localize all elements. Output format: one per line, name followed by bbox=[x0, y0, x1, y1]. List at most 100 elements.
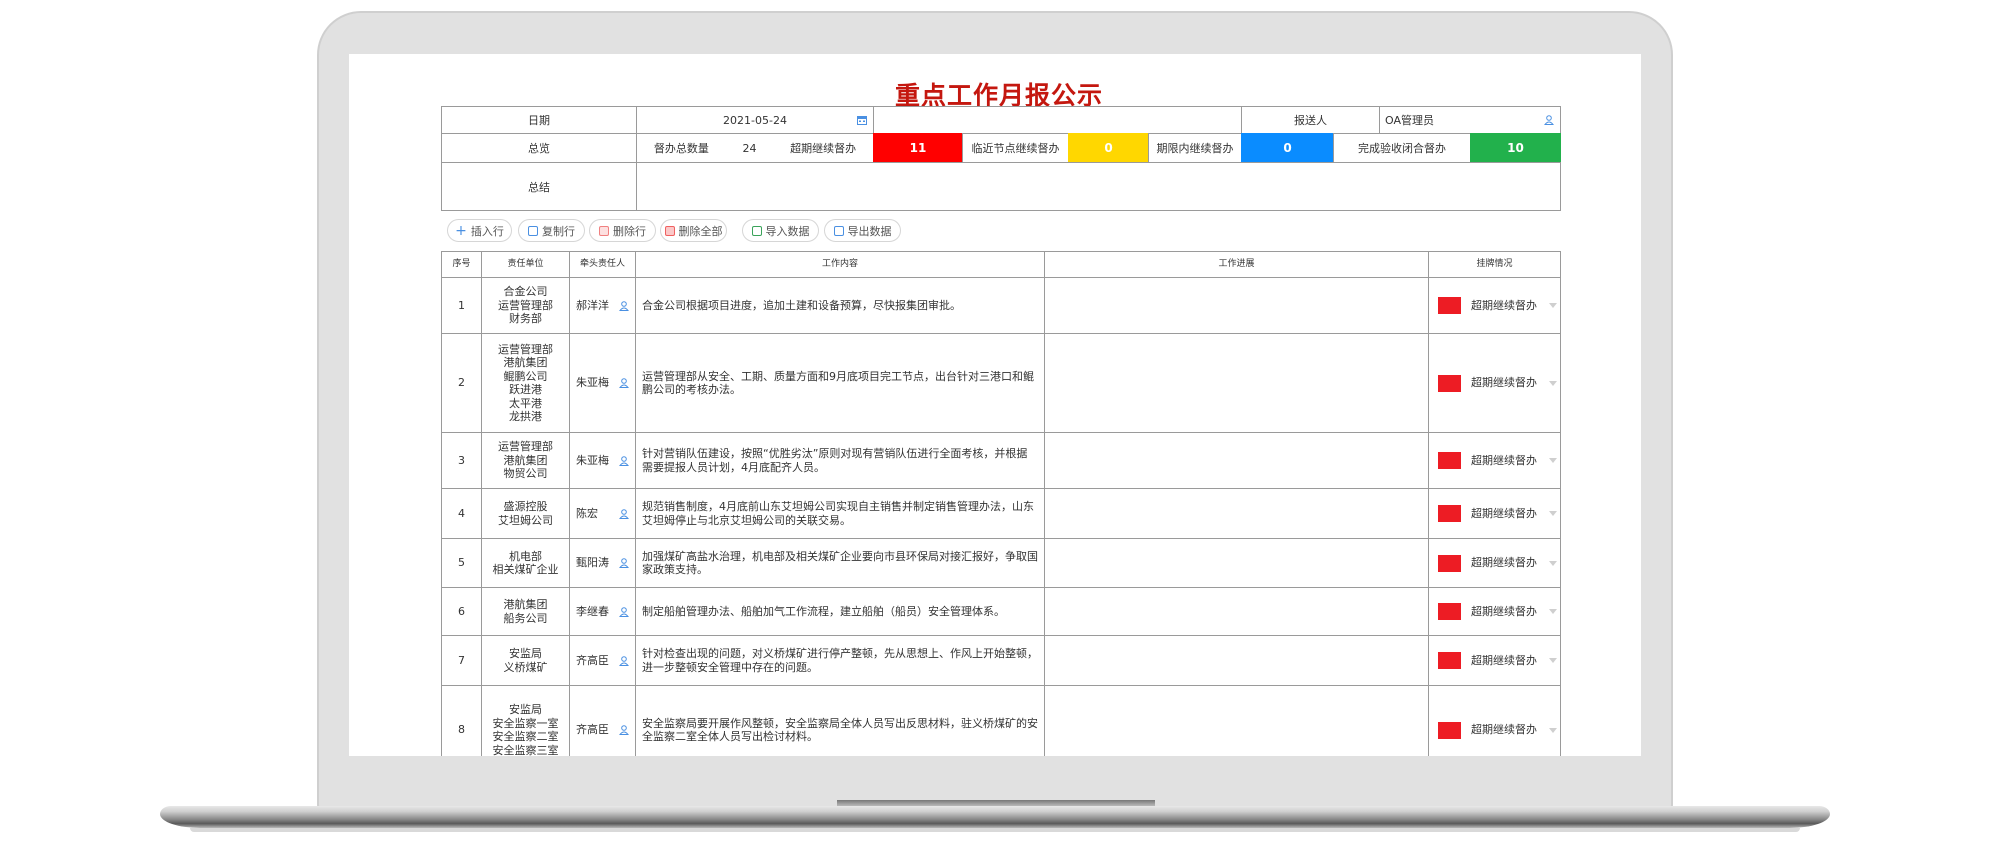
overview-totals: 督办总数量 24 超期继续督办 bbox=[636, 133, 874, 163]
chevron-down-icon[interactable] bbox=[1549, 560, 1557, 566]
work-content[interactable]: 针对营销队伍建设，按照“优胜劣汰”原则对现有营销队伍进行全面考核，并根据需要提报… bbox=[635, 432, 1045, 489]
row-number: 8 bbox=[441, 685, 482, 756]
owner-cell[interactable]: 齐高臣 bbox=[569, 635, 636, 686]
responsible-unit: 安监局 安全监察一室 安全监察二室 安全监察三室 bbox=[481, 685, 570, 756]
status-label: 超期继续督办 bbox=[1471, 376, 1537, 390]
owner-cell[interactable]: 李继春 bbox=[569, 587, 636, 636]
column-header: 牵头责任人 bbox=[569, 251, 636, 278]
status-label: 超期继续督办 bbox=[1471, 723, 1537, 737]
work-content[interactable]: 合金公司根据项目进度，追加土建和设备预算，尽快报集团审批。 bbox=[635, 277, 1045, 334]
responsible-unit: 合金公司 运营管理部 财务部 bbox=[481, 277, 570, 334]
status-select[interactable]: 超期继续督办 bbox=[1428, 587, 1561, 636]
calendar-icon[interactable] bbox=[857, 115, 867, 125]
owner-cell[interactable]: 陈宏 bbox=[569, 488, 636, 539]
status-color-swatch bbox=[1438, 652, 1461, 669]
chevron-down-icon[interactable] bbox=[1549, 380, 1557, 386]
status-select[interactable]: 超期继续督办 bbox=[1428, 432, 1561, 489]
delete-row-button[interactable]: 删除行 bbox=[589, 219, 656, 242]
person-icon[interactable] bbox=[619, 378, 629, 388]
owner-name: 陈宏 bbox=[576, 506, 598, 520]
column-header: 序号 bbox=[441, 251, 482, 278]
trash-icon bbox=[599, 225, 609, 236]
work-progress[interactable] bbox=[1044, 685, 1429, 756]
row-number: 7 bbox=[441, 635, 482, 686]
person-icon[interactable] bbox=[619, 655, 629, 666]
work-progress[interactable] bbox=[1044, 587, 1429, 636]
status-label: 超期继续督办 bbox=[1471, 506, 1537, 520]
export-data-button[interactable]: 导出数据 bbox=[824, 219, 901, 242]
status-color-swatch bbox=[1438, 374, 1461, 392]
row-number: 1 bbox=[441, 277, 482, 334]
work-progress[interactable] bbox=[1044, 538, 1429, 588]
copy-row-button[interactable]: 复制行 bbox=[518, 219, 585, 242]
person-icon[interactable] bbox=[619, 558, 629, 568]
work-content[interactable]: 制定船舶管理办法、船舶加气工作流程，建立船舶（船员）安全管理体系。 bbox=[635, 587, 1045, 636]
owner-cell[interactable]: 齐高臣 bbox=[569, 685, 636, 756]
row-number: 3 bbox=[441, 432, 482, 489]
copy-row-label: 复制行 bbox=[542, 224, 575, 238]
laptop-foot bbox=[190, 828, 1800, 832]
date-value: 2021-05-24 bbox=[723, 113, 787, 127]
person-icon[interactable] bbox=[619, 606, 629, 617]
chevron-down-icon[interactable] bbox=[1549, 727, 1557, 733]
responsible-unit: 盛源控股 艾坦姆公司 bbox=[481, 488, 570, 539]
status-select[interactable]: 超期继续督办 bbox=[1428, 685, 1561, 756]
chevron-down-icon[interactable] bbox=[1549, 609, 1557, 614]
status-select[interactable]: 超期继续督办 bbox=[1428, 488, 1561, 539]
work-content[interactable]: 安全监察局要开展作风整顿，安全监察局全体人员写出反思材料，驻义桥煤矿的安全监察二… bbox=[635, 685, 1045, 756]
owner-cell[interactable]: 郝洋洋 bbox=[569, 277, 636, 334]
owner-name: 李继春 bbox=[576, 604, 609, 618]
within-count: 0 bbox=[1241, 133, 1334, 163]
person-icon[interactable] bbox=[1544, 115, 1554, 125]
delete-all-label: 删除全部 bbox=[678, 224, 723, 238]
column-header: 责任单位 bbox=[481, 251, 570, 278]
import-data-button[interactable]: 导入数据 bbox=[742, 219, 819, 242]
status-color-swatch bbox=[1438, 297, 1461, 314]
reporter-field[interactable]: OA管理员 bbox=[1379, 106, 1561, 134]
owner-name: 朱亚梅 bbox=[576, 376, 609, 390]
row-number: 2 bbox=[441, 333, 482, 433]
import-icon bbox=[751, 225, 762, 236]
chevron-down-icon[interactable] bbox=[1549, 511, 1557, 516]
summary-field[interactable] bbox=[636, 162, 1561, 211]
owner-name: 齐高臣 bbox=[576, 653, 609, 667]
chevron-down-icon[interactable] bbox=[1549, 303, 1557, 308]
overdue-count: 11 bbox=[873, 133, 963, 163]
work-progress[interactable] bbox=[1044, 488, 1429, 539]
status-label: 超期继续督办 bbox=[1471, 653, 1537, 667]
chevron-down-icon[interactable] bbox=[1549, 458, 1557, 463]
work-content[interactable]: 规范销售制度，4月底前山东艾坦姆公司实现自主销售并制定销售管理办法，山东艾坦姆停… bbox=[635, 488, 1045, 539]
work-progress[interactable] bbox=[1044, 635, 1429, 686]
chevron-down-icon[interactable] bbox=[1549, 658, 1557, 663]
status-select[interactable]: 超期继续督办 bbox=[1428, 277, 1561, 334]
status-color-swatch bbox=[1438, 554, 1461, 572]
responsible-unit: 运营管理部 港航集团 鲲鹏公司 跃进港 太平港 龙拱港 bbox=[481, 333, 570, 433]
date-field[interactable]: 2021-05-24 bbox=[636, 106, 874, 134]
work-content[interactable]: 运营管理部从安全、工期、质量方面和9月底项目完工节点，出台针对三港口和鲲鹏公司的… bbox=[635, 333, 1045, 433]
status-select[interactable]: 超期继续督办 bbox=[1428, 538, 1561, 588]
total-label: 督办总数量 bbox=[653, 142, 709, 155]
summary-label: 总结 bbox=[441, 162, 637, 211]
status-select[interactable]: 超期继续督办 bbox=[1428, 333, 1561, 433]
owner-cell[interactable]: 朱亚梅 bbox=[569, 432, 636, 489]
work-content[interactable]: 加强煤矿高盐水治理，机电部及相关煤矿企业要向市县环保局对接汇报好，争取国家政策支… bbox=[635, 538, 1045, 588]
owner-cell[interactable]: 甄阳涛 bbox=[569, 538, 636, 588]
work-progress[interactable] bbox=[1044, 333, 1429, 433]
delete-all-button[interactable]: 删除全部 bbox=[660, 219, 727, 242]
owner-cell[interactable]: 朱亚梅 bbox=[569, 333, 636, 433]
status-select[interactable]: 超期继续督办 bbox=[1428, 635, 1561, 686]
insert-row-button[interactable]: + 插入行 bbox=[447, 219, 512, 242]
person-icon[interactable] bbox=[619, 508, 629, 519]
owner-name: 郝洋洋 bbox=[576, 298, 609, 312]
work-content[interactable]: 针对检查出现的问题，对义桥煤矿进行停产整顿，先从思想上、作风上开始整顿，进一步整… bbox=[635, 635, 1045, 686]
person-icon[interactable] bbox=[619, 455, 629, 466]
work-progress[interactable] bbox=[1044, 432, 1429, 489]
closed-label: 完成验收闭合督办 bbox=[1333, 133, 1471, 163]
person-icon[interactable] bbox=[619, 300, 629, 311]
work-progress[interactable] bbox=[1044, 277, 1429, 334]
closed-count: 10 bbox=[1470, 133, 1561, 163]
responsible-unit: 安监局 义桥煤矿 bbox=[481, 635, 570, 686]
near-count: 0 bbox=[1068, 133, 1149, 163]
owner-name: 齐高臣 bbox=[576, 723, 609, 737]
person-icon[interactable] bbox=[619, 725, 629, 735]
